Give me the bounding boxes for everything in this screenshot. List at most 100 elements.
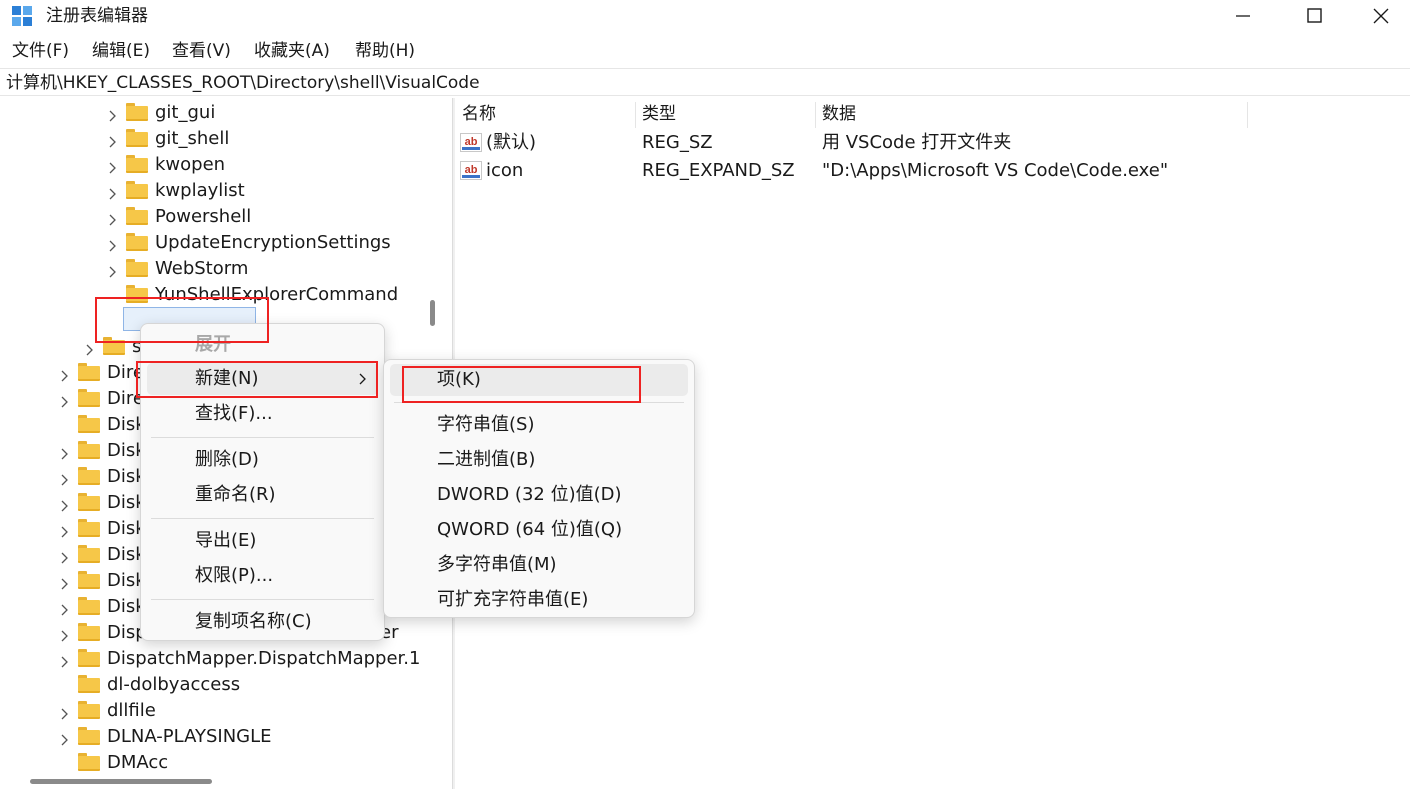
ctx-delete[interactable]: 删除(D)	[147, 444, 378, 476]
chevron-right-icon[interactable]	[60, 523, 70, 538]
chevron-right-icon[interactable]	[60, 653, 70, 668]
folder-icon	[78, 649, 100, 667]
value-row-icon[interactable]: ab icon REG_EXPAND_SZ "D:\Apps\Microsoft…	[456, 158, 1410, 184]
tree-item-label: kwopen	[155, 154, 226, 175]
folder-icon	[126, 181, 148, 199]
chevron-right-icon[interactable]	[60, 705, 70, 720]
folder-icon	[78, 675, 100, 693]
tree-item-label: DispatchMapper.DispatchMapper.1	[107, 648, 421, 669]
folder-icon	[78, 727, 100, 745]
folder-icon	[126, 103, 148, 121]
folder-icon	[126, 155, 148, 173]
tree-item[interactable]: dllfile	[0, 698, 448, 724]
close-button[interactable]	[1352, 0, 1410, 32]
tree-item[interactable]: DMAcc	[0, 750, 448, 776]
submenu-multi-string-value[interactable]: 多字符串值(M)	[390, 549, 688, 581]
chevron-right-icon[interactable]	[60, 601, 70, 616]
minimize-icon	[1236, 15, 1250, 17]
folder-icon	[78, 415, 100, 433]
chevron-right-icon[interactable]	[108, 263, 118, 278]
submenu-expandable-string-value[interactable]: 可扩充字符串值(E)	[390, 584, 688, 616]
tree-horizontal-scrollbar[interactable]	[30, 779, 212, 784]
address-bar[interactable]: 计算机\HKEY_CLASSES_ROOT\Directory\shell\Vi…	[0, 68, 1410, 96]
menu-bar: 文件(F) 编辑(E) 查看(V) 收藏夹(A) 帮助(H)	[0, 36, 1410, 66]
tree-item[interactable]: kwopen	[0, 152, 448, 178]
folder-icon	[126, 129, 148, 147]
submenu-string-value[interactable]: 字符串值(S)	[390, 409, 688, 441]
tree-vertical-scrollbar[interactable]	[430, 300, 435, 326]
folder-icon	[78, 753, 100, 771]
column-header-type[interactable]: 类型	[636, 102, 816, 128]
tree-item[interactable]: dl-dolbyaccess	[0, 672, 448, 698]
minimize-button[interactable]	[1214, 0, 1272, 32]
folder-icon	[78, 701, 100, 719]
menu-file[interactable]: 文件(F)	[12, 40, 69, 62]
chevron-right-icon[interactable]	[108, 237, 118, 252]
chevron-right-icon[interactable]	[60, 471, 70, 486]
folder-icon	[78, 597, 100, 615]
tree-item[interactable]: kwplaylist	[0, 178, 448, 204]
tree-item[interactable]: git_gui	[0, 100, 448, 126]
menu-separator	[151, 518, 374, 519]
menu-edit[interactable]: 编辑(E)	[92, 40, 150, 62]
column-header-data[interactable]: 数据	[816, 102, 1248, 128]
ctx-export[interactable]: 导出(E)	[147, 525, 378, 557]
menu-help[interactable]: 帮助(H)	[355, 40, 415, 62]
tree-item[interactable]: WebStorm	[0, 256, 448, 282]
chevron-right-icon[interactable]	[60, 367, 70, 382]
ctx-rename[interactable]: 重命名(R)	[147, 479, 378, 511]
chevron-right-icon[interactable]	[60, 731, 70, 746]
folder-icon	[78, 467, 100, 485]
tree-item-label: DMAcc	[107, 752, 169, 773]
value-row-default[interactable]: ab (默认) REG_SZ 用 VSCode 打开文件夹	[456, 130, 1410, 156]
chevron-right-icon[interactable]	[60, 497, 70, 512]
tree-item[interactable]: DispatchMapper.DispatchMapper.1	[0, 646, 448, 672]
submenu-dword-value[interactable]: DWORD (32 位)值(D)	[390, 479, 688, 511]
tree-item[interactable]: git_shell	[0, 126, 448, 152]
chevron-right-icon[interactable]	[108, 185, 118, 200]
value-data: "D:\Apps\Microsoft VS Code\Code.exe"	[822, 160, 1169, 181]
chevron-right-icon[interactable]	[60, 575, 70, 590]
folder-icon	[78, 493, 100, 511]
column-header-name[interactable]: 名称	[456, 102, 636, 128]
chevron-right-icon[interactable]	[108, 211, 118, 226]
folder-icon	[78, 571, 100, 589]
ab-string-icon: ab	[460, 133, 482, 152]
ctx-copy-key-name[interactable]: 复制项名称(C)	[147, 606, 378, 638]
value-data: 用 VSCode 打开文件夹	[822, 132, 1012, 153]
chevron-right-icon[interactable]	[108, 159, 118, 174]
annotation-box-new	[136, 361, 378, 398]
tree-item[interactable]: Powershell	[0, 204, 448, 230]
folder-icon	[126, 207, 148, 225]
chevron-right-icon[interactable]	[60, 549, 70, 564]
chevron-right-icon[interactable]	[60, 445, 70, 460]
tree-item-label: git_gui	[155, 102, 216, 123]
tree-item-label: kwplaylist	[155, 180, 245, 201]
menu-view[interactable]: 查看(V)	[172, 40, 231, 62]
folder-icon	[78, 623, 100, 641]
submenu-binary-value[interactable]: 二进制值(B)	[390, 444, 688, 476]
maximize-icon	[1307, 8, 1322, 23]
submenu-qword-value[interactable]: QWORD (64 位)值(Q)	[390, 514, 688, 546]
chevron-right-icon[interactable]	[108, 107, 118, 122]
chevron-right-icon[interactable]	[60, 393, 70, 408]
folder-icon	[78, 389, 100, 407]
annotation-box-visualcode	[95, 297, 269, 343]
tree-item[interactable]: DLNA-PLAYSINGLE	[0, 724, 448, 750]
title-bar: 注册表编辑器	[0, 0, 1410, 34]
menu-separator	[151, 599, 374, 600]
window-title: 注册表编辑器	[46, 6, 148, 26]
tree-item[interactable]: UpdateEncryptionSettings	[0, 230, 448, 256]
maximize-button[interactable]	[1286, 0, 1344, 32]
ctx-find[interactable]: 查找(F)...	[147, 398, 378, 430]
chevron-right-icon[interactable]	[60, 627, 70, 642]
ctx-permissions[interactable]: 权限(P)...	[147, 560, 378, 592]
menu-favorites[interactable]: 收藏夹(A)	[254, 40, 330, 62]
tree-item-label: dllfile	[107, 700, 156, 721]
folder-icon	[78, 519, 100, 537]
value-type: REG_SZ	[642, 132, 713, 153]
chevron-right-icon[interactable]	[108, 133, 118, 148]
chevron-right-icon[interactable]	[85, 341, 95, 356]
registry-editor-app-icon	[12, 6, 34, 27]
address-path[interactable]: 计算机\HKEY_CLASSES_ROOT\Directory\shell\Vi…	[6, 72, 480, 94]
